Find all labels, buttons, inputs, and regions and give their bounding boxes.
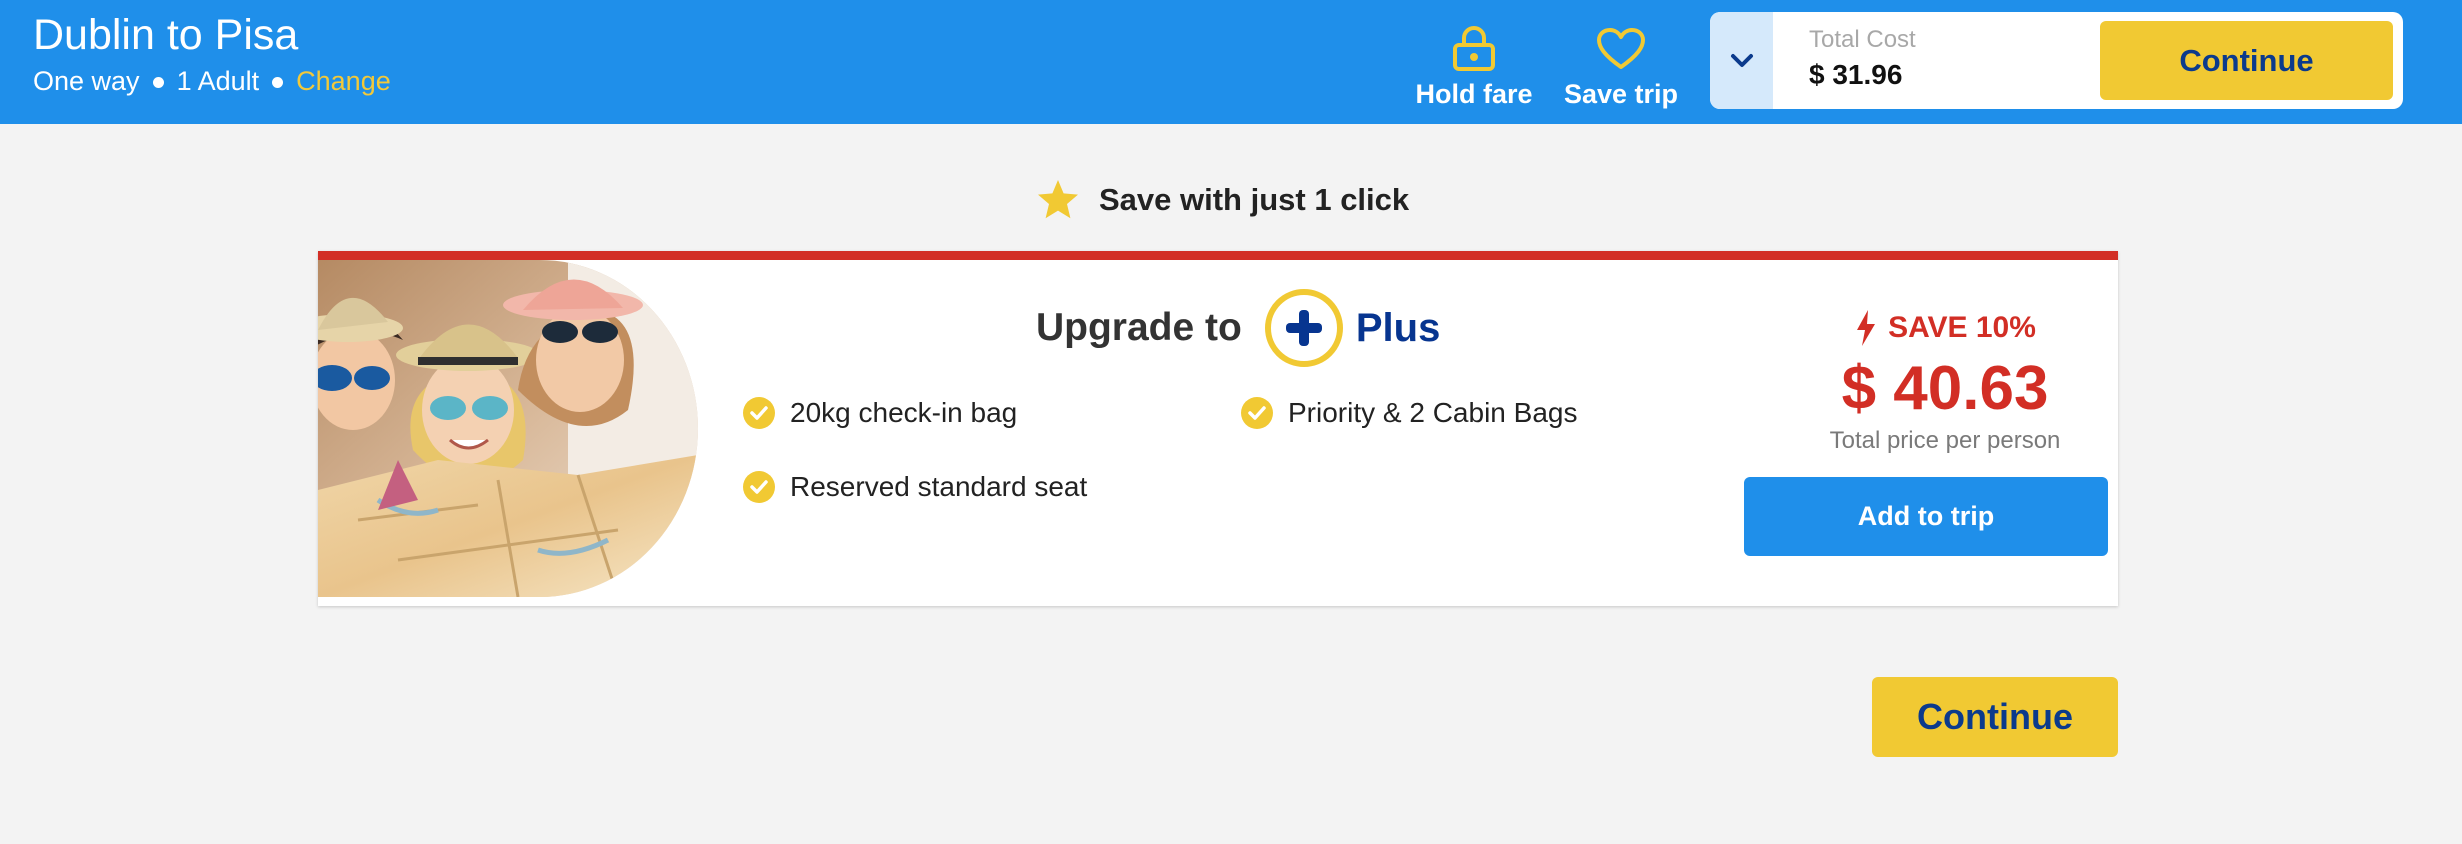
star-icon: [1038, 180, 1078, 219]
total-breakdown-toggle[interactable]: [1710, 12, 1773, 109]
price-caption: Total price per person: [1829, 427, 2061, 454]
separator-dot: [272, 77, 284, 89]
passenger-count: 1 Adult: [176, 66, 260, 96]
chevron-down-icon: [1730, 53, 1753, 67]
check-circle-icon: [1241, 397, 1273, 429]
trip-type: One way: [33, 66, 140, 96]
change-link[interactable]: Change: [296, 66, 391, 96]
continue-button-header[interactable]: Continue: [2100, 21, 2393, 100]
save-badge-text: SAVE 10%: [1888, 311, 2036, 344]
feature-item: 20kg check-in bag: [742, 396, 1017, 430]
total-cost-value: $ 31.96: [1809, 59, 1903, 90]
plus-plan-logo: Plus: [1264, 288, 1440, 368]
save-trip-label: Save trip: [1563, 79, 1679, 109]
route-title: Dublin to Pisa: [33, 11, 299, 59]
plus-circle-icon: [1264, 289, 1343, 367]
travelers-photo-illustration: [318, 260, 698, 597]
continue-button[interactable]: Continue: [1872, 677, 2118, 757]
separator-dot: [152, 77, 164, 89]
feature-label: Reserved standard seat: [790, 471, 1088, 502]
add-to-trip-button[interactable]: Add to trip: [1744, 477, 2108, 556]
trip-summary: One way 1 Adult Change: [33, 64, 391, 98]
travelers-photo: [318, 260, 698, 597]
promo-headline: Save with just 1 click: [1035, 175, 1409, 225]
upgrade-title: Upgrade to Plus: [1036, 288, 1440, 368]
hold-fare-label: Hold fare: [1415, 79, 1533, 109]
save-badge: SAVE 10%: [1840, 308, 2050, 348]
plus-price: $ 40.63: [1841, 354, 2049, 423]
feature-label: 20kg check-in bag: [790, 397, 1018, 428]
feature-item: Priority & 2 Cabin Bags: [1240, 396, 1577, 430]
save-trip-button[interactable]: Save trip: [1560, 14, 1682, 110]
total-cost-label: Total Cost: [1809, 26, 1916, 53]
plan-name: Plus: [1355, 305, 1441, 350]
total-cost-panel: Total Cost $ 31.96 Continue: [1710, 12, 2403, 109]
hold-fare-button[interactable]: Hold fare: [1410, 14, 1538, 110]
promo-text: Save with just 1 click: [1099, 182, 1410, 217]
feature-item: Reserved standard seat: [742, 470, 1087, 504]
top-header: Dublin to Pisa One way 1 Adult Change Hold…: [0, 0, 2462, 124]
heart-icon: [1597, 28, 1645, 69]
plus-upgrade-card: Upgrade to Plus 20kg check-in bag Priori…: [318, 251, 2118, 606]
padlock-icon: [1453, 26, 1495, 71]
check-circle-icon: [743, 397, 775, 429]
feature-label: Priority & 2 Cabin Bags: [1288, 397, 1578, 428]
upgrade-title-prefix: Upgrade to: [1036, 306, 1242, 349]
lightning-icon: [1857, 310, 1876, 346]
check-circle-icon: [743, 471, 775, 503]
